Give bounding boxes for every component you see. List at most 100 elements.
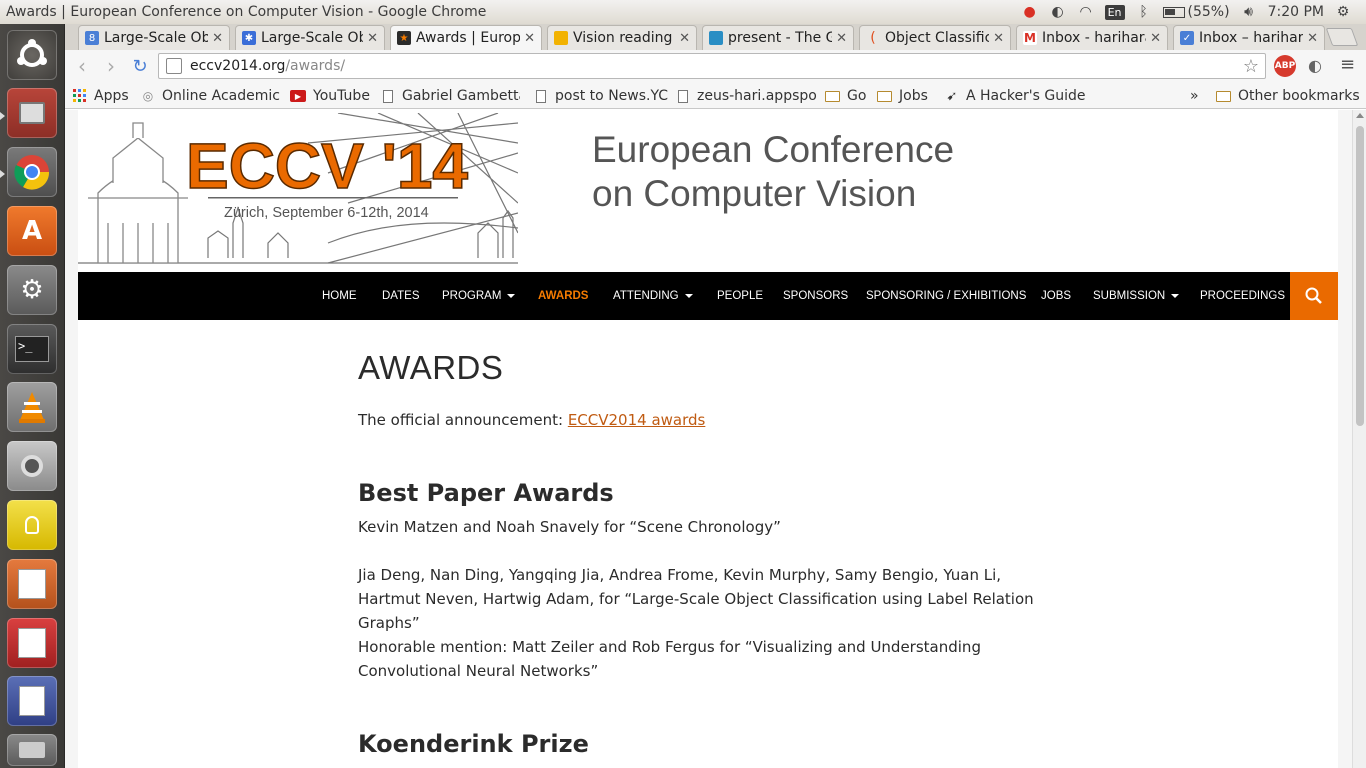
site-title[interactable]: European Conference on Computer Vision <box>592 128 954 216</box>
scroll-thumb[interactable] <box>1356 126 1364 426</box>
nav-submission[interactable]: SUBMISSION <box>1093 272 1180 320</box>
address-bar[interactable]: eccv2014.org/awards/ ☆ <box>158 53 1266 79</box>
vlc-icon[interactable] <box>7 382 57 432</box>
bookmark-label: zeus-hari.appspo <box>697 88 817 104</box>
menu-icon[interactable]: ≡ <box>1340 54 1355 75</box>
other-bookmarks[interactable]: Other bookmarks <box>1216 86 1360 106</box>
music-player-icon[interactable] <box>7 441 57 491</box>
nav-sponsors[interactable]: SPONSORS <box>783 272 848 320</box>
close-icon[interactable]: ✕ <box>367 31 378 46</box>
bookmarks-overflow-chevron[interactable]: » <box>1190 86 1199 106</box>
ubuntu-dash-icon[interactable] <box>7 30 57 80</box>
tab[interactable]: ( Object Classific ✕ <box>859 25 1011 50</box>
extension-icon[interactable]: ◐ <box>1308 56 1322 75</box>
nav-program[interactable]: PROGRAM <box>442 272 516 320</box>
best-paper-heading: Best Paper Awards <box>358 479 614 507</box>
files-icon[interactable] <box>7 88 57 138</box>
bookmark-label: Apps <box>94 88 129 104</box>
bookmark-hackers-guide[interactable]: ➹ A Hacker's Guide <box>945 86 1086 106</box>
bookmark-youtube[interactable]: ▶ YouTube <box>290 86 370 106</box>
clock[interactable]: 7:20 PM <box>1268 4 1324 20</box>
notes-icon[interactable] <box>7 500 57 550</box>
gedit-icon[interactable] <box>7 676 57 726</box>
nav-label: SUBMISSION <box>1093 290 1166 302</box>
bluetooth-icon[interactable]: ᛒ <box>1135 3 1153 21</box>
tab[interactable]: Vision reading ✕ <box>547 25 697 50</box>
bookmark-zeus-hari[interactable]: zeus-hari.appspo <box>678 86 825 106</box>
nav-sponsoring-exhibitions[interactable]: SPONSORING / EXHIBITIONS <box>866 272 1026 320</box>
tab[interactable]: present - The G ✕ <box>702 25 854 50</box>
cursor-icon: ➹ <box>946 88 958 104</box>
trash-icon[interactable] <box>7 734 57 766</box>
nav-jobs[interactable]: JOBS <box>1041 272 1071 320</box>
wifi-icon[interactable]: ◠ <box>1077 3 1095 21</box>
running-indicator <box>0 112 5 120</box>
close-icon[interactable]: ✕ <box>212 31 223 46</box>
evince-icon[interactable] <box>7 618 57 668</box>
nav-attending[interactable]: ATTENDING <box>613 272 693 320</box>
back-icon[interactable]: ‹ <box>71 54 93 78</box>
gear-icon[interactable]: ⚙ <box>1334 3 1352 21</box>
new-tab-button[interactable] <box>1325 28 1359 46</box>
caret-down-icon <box>507 293 516 298</box>
terminal-icon[interactable]: >_ <box>7 324 57 374</box>
nav-home[interactable]: HOME <box>322 272 357 320</box>
chrome-icon[interactable] <box>7 147 57 197</box>
forward-icon[interactable]: › <box>100 54 122 78</box>
software-center-icon[interactable]: A <box>7 206 57 256</box>
volume-icon[interactable]: 🔊︎ <box>1240 3 1258 21</box>
page-icon <box>536 89 546 103</box>
koenderink-heading: Koenderink Prize <box>358 730 589 758</box>
battery-indicator[interactable]: (55%) <box>1162 4 1230 20</box>
impress-icon[interactable] <box>7 559 57 609</box>
scroll-up-arrow-icon[interactable] <box>1356 113 1364 118</box>
nav-awards[interactable]: AWARDS <box>538 272 588 320</box>
tab[interactable]: 8 Large-Scale Ob ✕ <box>78 25 230 50</box>
bookmark-folder-go[interactable]: Go <box>825 86 866 106</box>
close-icon[interactable]: ✕ <box>1150 31 1161 46</box>
system-tray: ● ◐ ◠ En ᛒ (55%) 🔊︎ 7:20 PM ⚙ <box>1021 0 1366 24</box>
close-icon[interactable]: ✕ <box>1307 31 1318 46</box>
bookmark-star-icon[interactable]: ☆ <box>1243 56 1259 77</box>
close-icon[interactable]: ✕ <box>524 31 535 46</box>
bookmark-folder-jobs[interactable]: Jobs <box>877 86 928 106</box>
keyboard-layout-indicator[interactable]: En <box>1104 4 1125 20</box>
close-icon[interactable]: ✕ <box>993 31 1004 46</box>
main-nav: HOME DATES PROGRAM AWARDS ATTENDING PEOP… <box>78 272 1338 320</box>
url-path: /awards/ <box>285 58 346 74</box>
apps-grid-icon <box>73 89 87 103</box>
reload-icon[interactable]: ↻ <box>129 55 151 77</box>
site-title-line2: on Computer Vision <box>592 173 917 214</box>
nav-people[interactable]: PEOPLE <box>717 272 763 320</box>
system-settings-icon[interactable]: ⚙ <box>7 265 57 315</box>
chat-icon[interactable]: ◐ <box>1049 3 1067 21</box>
tab-favicon-icon: 8 <box>85 31 99 45</box>
search-button[interactable] <box>1290 272 1338 320</box>
tab-favicon-icon: ★ <box>397 31 411 45</box>
nav-dates[interactable]: DATES <box>382 272 420 320</box>
site-logo[interactable]: ECCV '14 Zürich, September 6-12th, 2014 <box>78 112 519 268</box>
chrome-tray-icon[interactable]: ● <box>1021 3 1039 21</box>
tab[interactable]: M Inbox - harihara ✕ <box>1016 25 1168 50</box>
nav-proceedings[interactable]: PROCEEDINGS <box>1200 272 1285 320</box>
close-icon[interactable]: ✕ <box>836 31 847 46</box>
search-icon <box>1305 287 1322 304</box>
bookmark-gabriel-gambetta[interactable]: Gabriel Gambetta <box>383 86 520 106</box>
bookmark-post-to-news[interactable]: post to News.YC <box>536 86 668 106</box>
adblock-plus-icon[interactable]: ABP <box>1274 55 1296 77</box>
tab-favicon-icon <box>554 31 568 45</box>
bookmark-online-academic[interactable]: ◎ Online Academic <box>141 86 280 106</box>
bookmark-apps[interactable]: Apps <box>73 86 129 106</box>
nav-label: ATTENDING <box>613 290 679 302</box>
awards-announcement-link[interactable]: ECCV2014 awards <box>568 411 706 429</box>
close-icon[interactable]: ✕ <box>679 31 690 46</box>
page-scrollbar[interactable] <box>1352 110 1366 768</box>
nav-label: JOBS <box>1041 290 1072 302</box>
tab-active[interactable]: ★ Awards | Europ ✕ <box>390 25 542 50</box>
launcher: A ⚙ >_ <box>0 24 65 768</box>
tab[interactable]: ✓ Inbox – harihar ✕ <box>1173 25 1325 50</box>
tab-title: present - The G <box>728 30 833 46</box>
tab[interactable]: ✱ Large-Scale Ob ✕ <box>235 25 385 50</box>
gmail-icon: M <box>1023 31 1037 45</box>
browser-window: 8 Large-Scale Ob ✕ ✱ Large-Scale Ob ✕ ★ … <box>65 24 1366 768</box>
